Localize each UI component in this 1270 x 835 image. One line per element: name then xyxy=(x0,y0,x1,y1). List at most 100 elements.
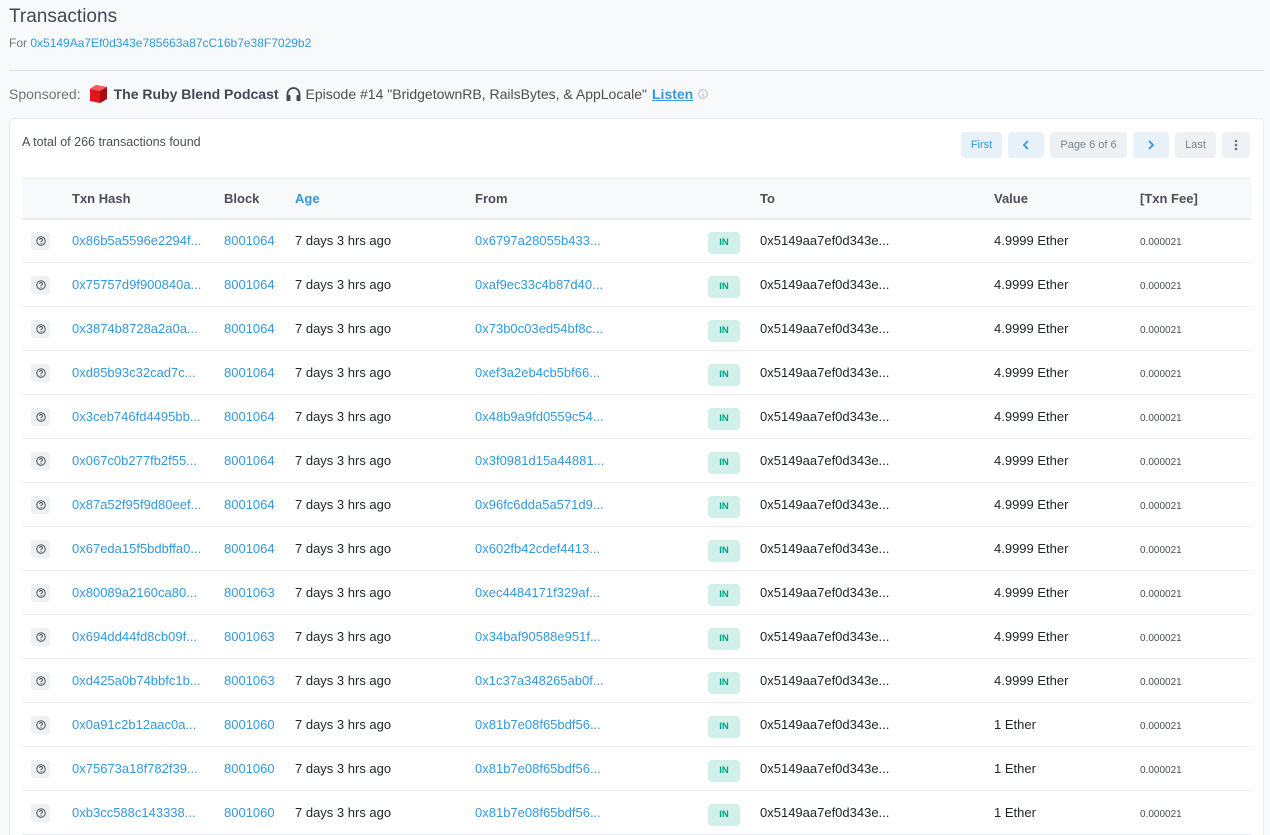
question-circle-icon xyxy=(35,631,46,642)
more-options-button[interactable] xyxy=(1222,132,1250,158)
next-page-button[interactable] xyxy=(1133,132,1169,158)
txn-fee-cell: 0.000021 xyxy=(1140,765,1182,776)
from-address-link[interactable]: 0xef3a2eb4cb5bf66... xyxy=(475,365,600,380)
block-link[interactable]: 8001064 xyxy=(224,233,275,248)
block-link[interactable]: 8001063 xyxy=(224,585,275,600)
view-details-button[interactable] xyxy=(31,671,50,690)
podcast-name: The Ruby Blend Podcast xyxy=(113,86,279,102)
direction-badge: IN xyxy=(708,803,740,826)
block-link[interactable]: 8001063 xyxy=(224,629,275,644)
txn-hash-link[interactable]: 0x694dd44fd8cb09f... xyxy=(72,629,197,644)
txn-hash-link[interactable]: 0xd425a0b74bbfc1b... xyxy=(72,673,201,688)
block-link[interactable]: 8001060 xyxy=(224,717,275,732)
to-address-cell: 0x5149aa7ef0d343e... xyxy=(760,541,890,556)
transactions-table: Txn Hash Block Age From To Value [Txn Fe… xyxy=(22,178,1251,835)
from-address-link[interactable]: 0xaf9ec33c4b87d40... xyxy=(475,277,603,292)
block-link[interactable]: 8001064 xyxy=(224,277,275,292)
view-details-button[interactable] xyxy=(31,803,50,822)
view-details-button[interactable] xyxy=(31,539,50,558)
from-address-link[interactable]: 0x48b9a9fd0559c54... xyxy=(475,409,604,424)
address-link[interactable]: 0x5149Aa7Ef0d343e785663a87cC16b7e38F7029… xyxy=(30,36,311,50)
view-details-button[interactable] xyxy=(31,583,50,602)
block-link[interactable]: 8001064 xyxy=(224,541,275,556)
txn-hash-link[interactable]: 0xd85b93c32cad7c... xyxy=(72,365,196,380)
block-link[interactable]: 8001064 xyxy=(224,497,275,512)
listen-link[interactable]: Listen xyxy=(652,86,693,102)
from-address-link[interactable]: 0x96fc6dda5a571d9... xyxy=(475,497,604,512)
age-cell: 7 days 3 hrs ago xyxy=(295,497,392,512)
direction-badge: IN xyxy=(708,671,740,694)
to-address-cell: 0x5149aa7ef0d343e... xyxy=(760,365,890,380)
age-cell: 7 days 3 hrs ago xyxy=(295,717,392,732)
from-address-link[interactable]: 0x3f0981d15a44881... xyxy=(475,453,604,468)
txn-hash-link[interactable]: 0x75673a18f782f39... xyxy=(72,761,198,776)
first-page-button[interactable]: First xyxy=(961,132,1002,158)
to-address-cell: 0x5149aa7ef0d343e... xyxy=(760,585,890,600)
value-cell: 4.9999 Ether xyxy=(994,365,1069,380)
value-cell: 4.9999 Ether xyxy=(994,629,1069,644)
from-address-link[interactable]: 0x73b0c03ed54bf8c... xyxy=(475,321,603,336)
page-title: Transactions xyxy=(9,6,118,27)
direction-badge: IN xyxy=(708,715,740,738)
view-details-button[interactable] xyxy=(31,319,50,338)
question-circle-icon xyxy=(35,675,46,686)
from-address-link[interactable]: 0x34baf90588e951f... xyxy=(475,629,601,644)
prev-page-button[interactable] xyxy=(1008,132,1044,158)
txn-hash-link[interactable]: 0x3ceb746fd4495bb... xyxy=(72,409,201,424)
to-address-cell: 0x5149aa7ef0d343e... xyxy=(760,453,890,468)
block-link[interactable]: 8001063 xyxy=(224,673,275,688)
age-cell: 7 days 3 hrs ago xyxy=(295,277,392,292)
from-address-link[interactable]: 0x81b7e08f65bdf56... xyxy=(475,761,601,776)
from-address-link[interactable]: 0x602fb42cdef4413... xyxy=(475,541,600,556)
block-link[interactable]: 8001064 xyxy=(224,409,275,424)
view-details-button[interactable] xyxy=(31,715,50,734)
from-address-link[interactable]: 0x81b7e08f65bdf56... xyxy=(475,805,601,820)
view-details-button[interactable] xyxy=(31,407,50,426)
view-details-button[interactable] xyxy=(31,627,50,646)
last-page-button[interactable]: Last xyxy=(1175,132,1216,158)
block-link[interactable]: 8001060 xyxy=(224,761,275,776)
direction-badge: IN xyxy=(708,495,740,518)
txn-hash-link[interactable]: 0x3874b8728a2a0a... xyxy=(72,321,198,336)
txn-hash-link[interactable]: 0x80089a2160ca80... xyxy=(72,585,197,600)
txn-hash-link[interactable]: 0x067c0b277fb2f55... xyxy=(72,453,197,468)
from-address-link[interactable]: 0x1c37a348265ab0f... xyxy=(475,673,604,688)
header-age[interactable]: Age xyxy=(295,179,475,219)
view-details-button[interactable] xyxy=(31,231,50,250)
view-details-button[interactable] xyxy=(31,759,50,778)
to-address-cell: 0x5149aa7ef0d343e... xyxy=(760,497,890,512)
row-detail-cell xyxy=(22,571,72,615)
view-details-button[interactable] xyxy=(31,451,50,470)
question-circle-icon xyxy=(35,367,46,378)
txn-fee-cell: 0.000021 xyxy=(1140,281,1182,292)
header-value: Value xyxy=(994,190,1028,206)
txn-hash-link[interactable]: 0x75757d9f900840a... xyxy=(72,277,201,292)
info-icon[interactable] xyxy=(698,89,708,99)
direction-badge: IN xyxy=(708,451,740,474)
to-address-cell: 0x5149aa7ef0d343e... xyxy=(760,277,890,292)
to-address-cell: 0x5149aa7ef0d343e... xyxy=(760,321,890,336)
view-details-button[interactable] xyxy=(31,275,50,294)
question-circle-icon xyxy=(35,587,46,598)
block-link[interactable]: 8001064 xyxy=(224,321,275,336)
txn-hash-link[interactable]: 0x0a91c2b12aac0a... xyxy=(72,717,196,732)
txn-hash-link[interactable]: 0x86b5a5596e2294f... xyxy=(72,233,201,248)
view-details-button[interactable] xyxy=(31,495,50,514)
header-icon-col xyxy=(22,179,72,219)
from-address-link[interactable]: 0x81b7e08f65bdf56... xyxy=(475,717,601,732)
txn-hash-link[interactable]: 0xb3cc588c143338... xyxy=(72,805,196,820)
txn-hash-link[interactable]: 0x87a52f95f9d80eef... xyxy=(72,497,201,512)
row-detail-cell xyxy=(22,307,72,351)
txn-hash-link[interactable]: 0x67eda15f5bdbffa0... xyxy=(72,541,201,556)
block-link[interactable]: 8001064 xyxy=(224,365,275,380)
view-details-button[interactable] xyxy=(31,363,50,382)
block-link[interactable]: 8001064 xyxy=(224,453,275,468)
table-row: 0x067c0b277fb2f55... 8001064 7 days 3 hr… xyxy=(22,439,1251,483)
block-link[interactable]: 8001060 xyxy=(224,805,275,820)
value-cell: 4.9999 Ether xyxy=(994,453,1069,468)
from-address-link[interactable]: 0xec4484171f329af... xyxy=(475,585,600,600)
from-address-link[interactable]: 0x6797a28055b433... xyxy=(475,233,601,248)
direction-badge: IN xyxy=(708,363,740,386)
age-cell: 7 days 3 hrs ago xyxy=(295,585,392,600)
page-header: Transactions For 0x5149Aa7Ef0d343e785663… xyxy=(9,6,311,51)
